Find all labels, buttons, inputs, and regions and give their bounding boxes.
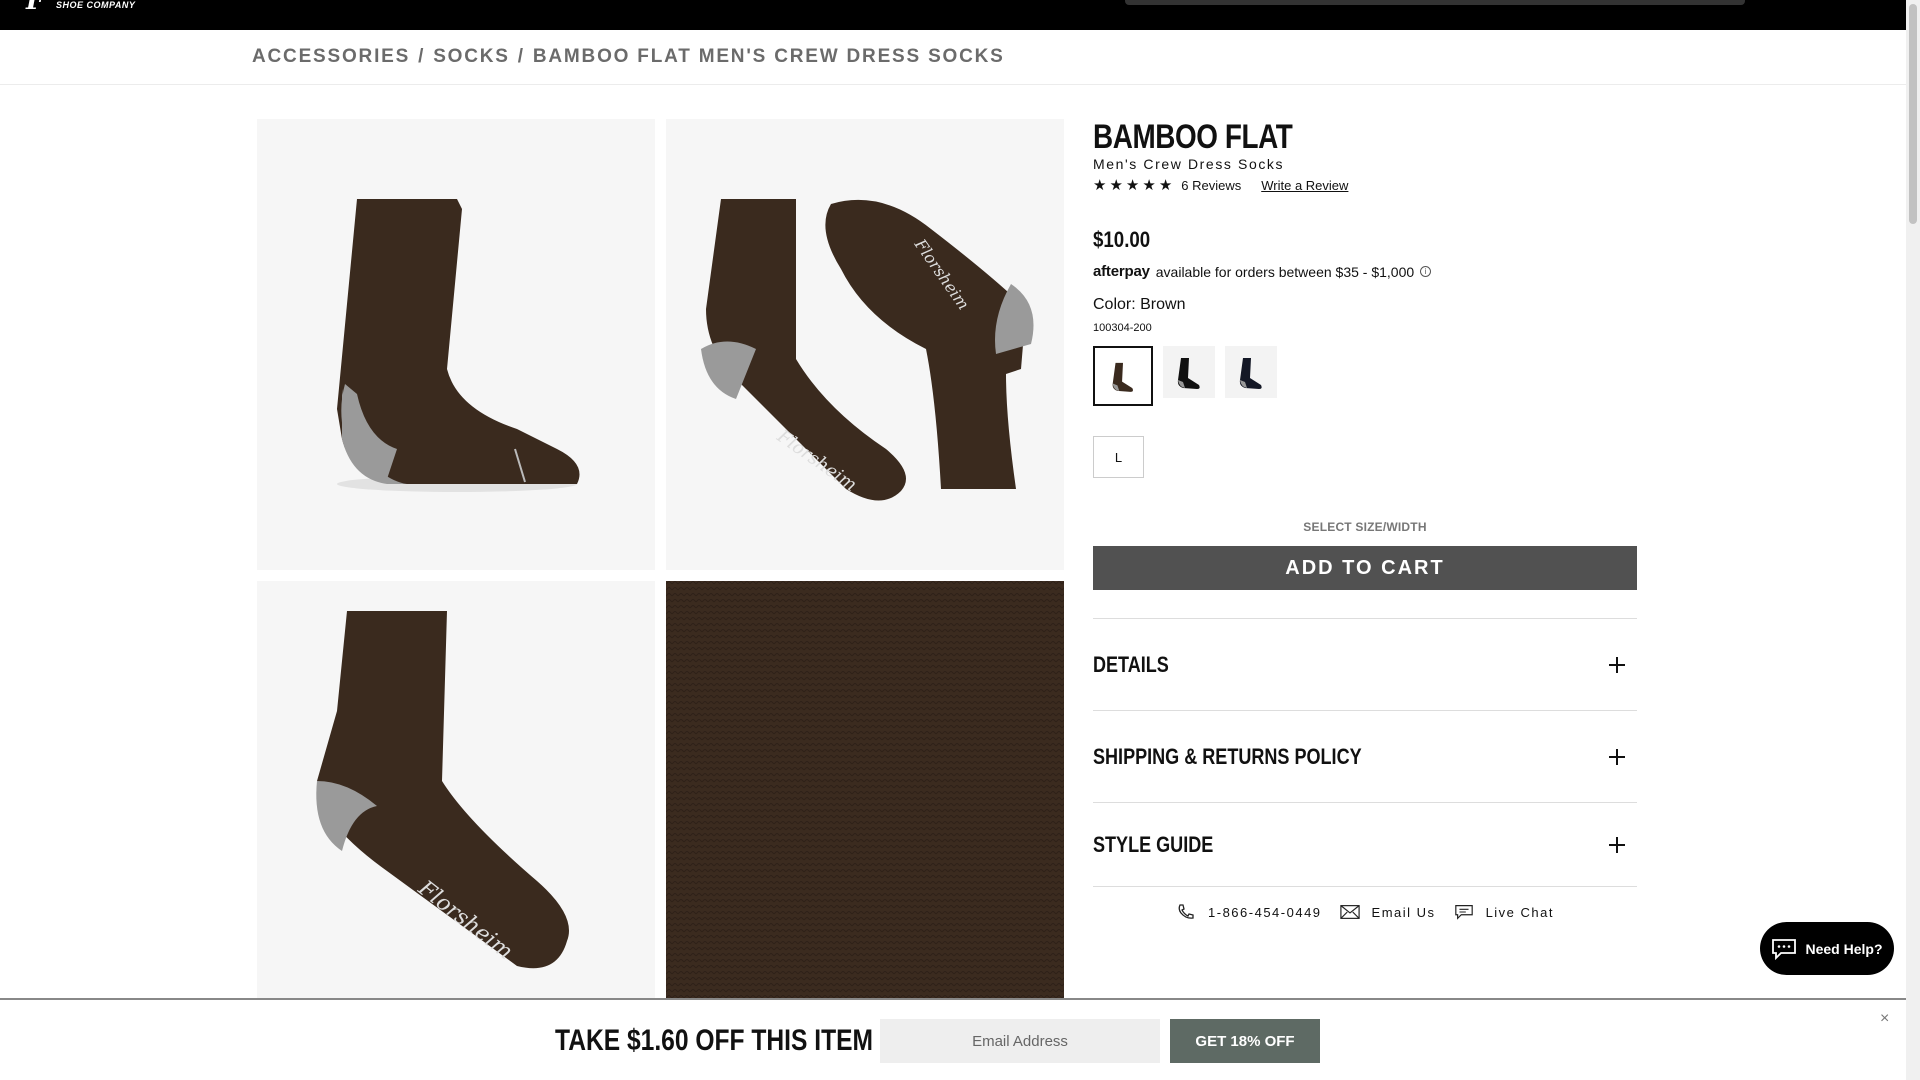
star-icon: ★ (1109, 177, 1123, 194)
reviews-count-link[interactable]: 6 Reviews (1181, 178, 1241, 193)
breadcrumb: ACCESSORIES / SOCKS / BAMBOO FLAT MEN'S … (252, 46, 1005, 68)
breadcrumb-accessories[interactable]: ACCESSORIES (252, 46, 410, 68)
plus-icon (1609, 748, 1625, 765)
live-chat-link[interactable]: Live Chat (1454, 903, 1554, 921)
need-help-button[interactable]: Need Help? (1760, 922, 1894, 975)
accordion-style-guide[interactable]: STYLE GUIDE (1093, 803, 1637, 887)
write-review-link[interactable]: Write a Review (1261, 178, 1348, 193)
product-image-side[interactable] (257, 119, 655, 570)
select-size-hint: SELECT SIZE/WIDTH (1303, 520, 1427, 534)
logo-subtext: SHOE COMPANY (56, 0, 136, 10)
rating-stars[interactable]: ★ ★ ★ ★ ★ (1093, 178, 1172, 193)
plus-icon (1609, 836, 1625, 853)
breadcrumb-separator: / (418, 46, 426, 67)
breadcrumb-separator: / (517, 46, 525, 67)
promo-title: TAKE $1.60 OFF THIS ITEM (555, 1024, 874, 1057)
afterpay-text: available for orders between $35 - $1,00… (1155, 263, 1415, 280)
product-subtitle: Men's Crew Dress Socks (1093, 156, 1285, 172)
product-image-texture[interactable] (666, 581, 1064, 1001)
accordion-label: STYLE GUIDE (1093, 831, 1214, 857)
phone-link[interactable]: 1-866-454-0449 (1176, 903, 1322, 921)
star-icon: ★ (1158, 177, 1173, 194)
product-image-flat[interactable]: Florsheim (257, 581, 655, 1001)
star-icon: ★ (1125, 177, 1140, 194)
accordion-shipping-returns[interactable]: SHIPPING & RETURNS POLICY (1093, 711, 1637, 803)
chat-label: Live Chat (1485, 904, 1554, 920)
phone-icon (1178, 904, 1194, 919)
scrollbar-thumb[interactable] (1909, 4, 1917, 224)
product-info-panel: BAMBOO FLAT Men's Crew Dress Socks ★ ★ ★… (1093, 118, 1637, 921)
need-help-label: Need Help? (1805, 940, 1883, 957)
email-label: Email Us (1371, 904, 1436, 920)
accordion-label: DETAILS (1093, 651, 1169, 677)
star-icon: ★ (1093, 177, 1107, 194)
accordion-label: SHIPPING & RETURNS POLICY (1093, 743, 1362, 769)
email-field[interactable] (880, 1019, 1160, 1063)
chat-bubble-icon (1772, 938, 1797, 960)
color-label: Color: Brown (1093, 296, 1186, 313)
swatch-black[interactable] (1163, 346, 1215, 398)
plus-icon (1609, 656, 1625, 673)
breadcrumb-socks[interactable]: SOCKS (433, 46, 510, 68)
product-sku: 100304-200 (1093, 322, 1152, 334)
info-icon[interactable]: i (1420, 266, 1432, 277)
swatch-brown[interactable] (1093, 346, 1153, 406)
product-title: BAMBOO FLAT (1093, 118, 1293, 156)
contact-row: 1-866-454-0449 Email Us Live Chat (1093, 903, 1637, 921)
chat-icon (1454, 905, 1473, 920)
swatch-navy[interactable] (1225, 346, 1277, 398)
brand-logo[interactable]: F SHOE COMPANY (22, 0, 136, 16)
star-icon: ★ (1142, 177, 1156, 194)
accordion: DETAILS SHIPPING & RETURNS POLICY STYLE … (1093, 618, 1637, 887)
rating-row: ★ ★ ★ ★ ★ 6 Reviews Write a Review (1093, 178, 1637, 193)
top-nav-bar: F SHOE COMPANY (0, 0, 1906, 30)
accordion-details[interactable]: DETAILS (1093, 619, 1637, 711)
afterpay-row: afterpay available for orders between $3… (1093, 263, 1637, 280)
search-bar[interactable] (1125, 0, 1745, 5)
email-link[interactable]: Email Us (1339, 903, 1436, 921)
breadcrumb-current: BAMBOO FLAT MEN'S CREW DRESS SOCKS (532, 46, 1005, 67)
afterpay-logo: afterpay (1093, 263, 1150, 280)
product-image-pair[interactable]: Florsheim Florsheim (666, 119, 1064, 570)
size-option-l[interactable]: L (1093, 436, 1144, 478)
breadcrumb-bar: ACCESSORIES / SOCKS / BAMBOO FLAT MEN'S … (0, 30, 1906, 85)
add-to-cart-button[interactable]: ADD TO CART (1093, 546, 1637, 590)
email-promo-banner: TAKE $1.60 OFF THIS ITEM GET 18% OFF × (0, 998, 1906, 1080)
product-price: $10.00 (1093, 227, 1151, 252)
get-discount-button[interactable]: GET 18% OFF (1170, 1019, 1320, 1063)
logo-mark: F (26, 0, 45, 16)
color-swatches (1093, 346, 1637, 406)
phone-number: 1-866-454-0449 (1208, 904, 1322, 920)
close-icon[interactable]: × (1880, 1010, 1889, 1028)
email-icon (1339, 905, 1360, 919)
